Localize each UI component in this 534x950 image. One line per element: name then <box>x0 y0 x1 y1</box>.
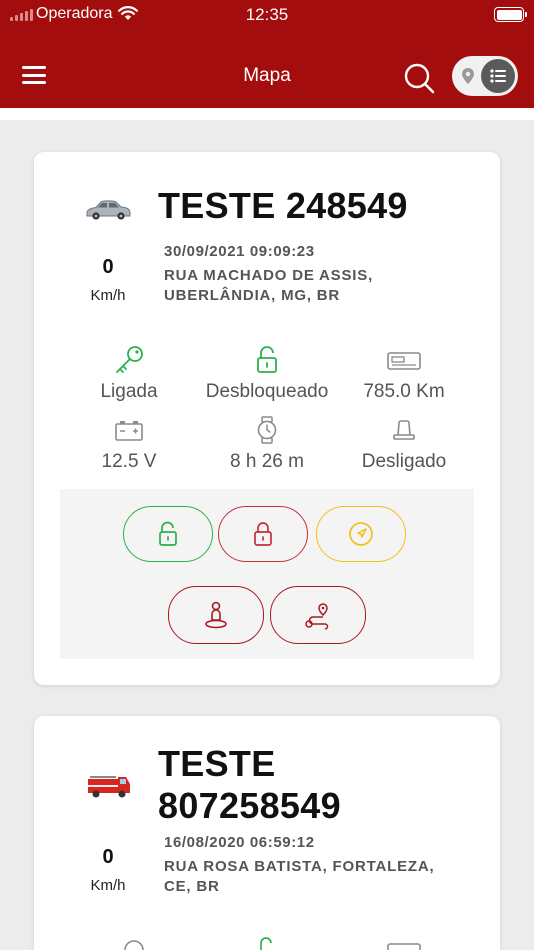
person-location-button[interactable] <box>168 586 264 644</box>
odometer-status: 785.0 Km <box>329 345 479 403</box>
address-line-2: CE, BR <box>164 878 220 895</box>
app-header: Operadora 12:35 Mapa <box>0 0 534 108</box>
unlock-icon <box>257 346 277 373</box>
navigate-button[interactable] <box>316 506 406 562</box>
address-line-1: RUA ROSA BATISTA, FORTALEZA, <box>164 858 435 875</box>
action-panel <box>60 489 474 659</box>
vehicle-card[interactable]: TESTE 248549 0 Km/h 30/09/2021 09:09:23 … <box>34 152 500 685</box>
address-line-1: RUA MACHADO DE ASSIS, <box>164 267 374 284</box>
list-icon <box>481 59 515 93</box>
car-icon <box>86 200 131 220</box>
list-top-strip <box>0 108 534 120</box>
odometer-icon <box>387 943 421 950</box>
speed-display: 0 Km/h <box>74 846 142 894</box>
person-location-icon <box>205 601 227 629</box>
siren-label: Desligado <box>361 451 447 472</box>
navigation-icon <box>349 522 373 546</box>
map-list-toggle[interactable] <box>452 56 518 96</box>
vehicle-name-line-1: TESTE <box>158 743 276 784</box>
watch-icon <box>257 416 277 444</box>
status-bar: Operadora 12:35 <box>0 0 534 30</box>
route-button[interactable] <box>270 586 366 644</box>
lock-status: Desbloqueado <box>192 345 342 403</box>
speed-display: 0 Km/h <box>74 256 142 304</box>
last-update-datetime: 30/09/2021 09:09:23 <box>164 243 315 260</box>
speed-unit: Km/h <box>90 877 126 894</box>
unlock-icon <box>159 521 177 546</box>
hour-meter-status: 8 h 26 m <box>192 415 342 473</box>
lock-label: Desbloqueado <box>205 381 329 402</box>
status-time: 12:35 <box>245 5 289 24</box>
unlock-button[interactable] <box>123 506 213 562</box>
key-icon <box>116 346 143 373</box>
odometer-label: 785.0 Km <box>363 381 445 402</box>
fire-truck-icon <box>88 776 130 798</box>
route-icon <box>305 603 329 630</box>
hour-meter-label: 8 h 26 m <box>230 451 304 472</box>
siren-icon <box>393 420 415 440</box>
battery-status-icon <box>494 7 527 22</box>
speed-value: 0 <box>102 846 114 868</box>
siren-status: Desligado <box>329 415 479 473</box>
vehicle-card[interactable]: TESTE 807258549 16/08/2020 06:59:12 0 Km… <box>34 716 500 950</box>
search-icon[interactable] <box>403 62 435 94</box>
vehicle-name: TESTE 807258549 <box>158 743 341 827</box>
battery-icon <box>115 421 143 441</box>
unlock-icon <box>260 937 272 950</box>
ignition-label: Ligada <box>100 381 158 402</box>
map-pin-icon <box>462 68 474 84</box>
key-icon <box>124 940 144 950</box>
vehicle-address: RUA ROSA BATISTA, FORTALEZA, CE, BR <box>164 857 464 897</box>
vehicle-name: TESTE 248549 <box>158 185 408 226</box>
ignition-status: Ligada <box>54 345 204 403</box>
lock-icon <box>254 522 272 546</box>
last-update-datetime: 16/08/2020 06:59:12 <box>164 834 315 851</box>
speed-value: 0 <box>102 256 114 278</box>
speed-unit: Km/h <box>90 287 126 304</box>
battery-voltage-label: 12.5 V <box>101 451 157 472</box>
vehicle-address: RUA MACHADO DE ASSIS, UBERLÂNDIA, MG, BR <box>164 266 464 306</box>
lock-button[interactable] <box>218 506 308 562</box>
address-line-2: UBERLÂNDIA, MG, BR <box>164 287 341 304</box>
odometer-icon <box>387 352 421 370</box>
vehicle-name-line-2: 807258549 <box>158 785 341 826</box>
battery-voltage-status: 12.5 V <box>54 415 204 473</box>
